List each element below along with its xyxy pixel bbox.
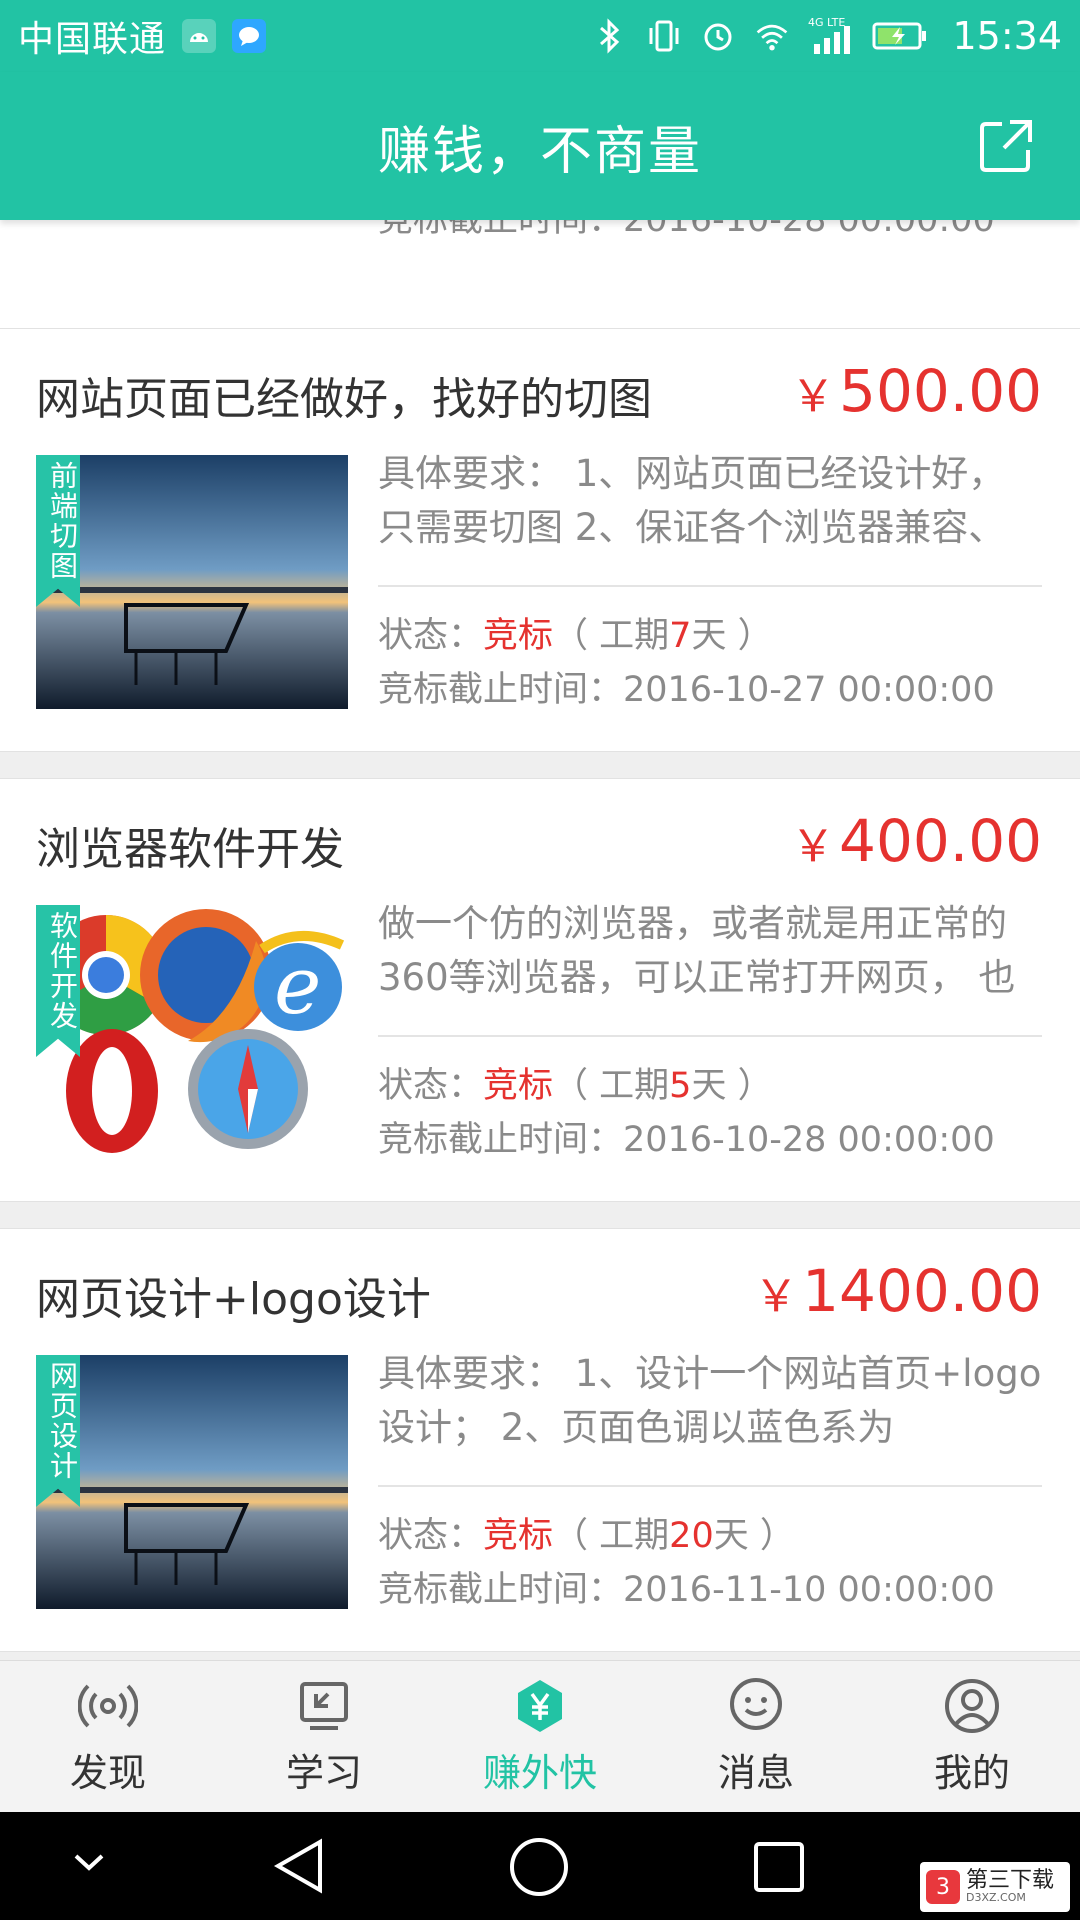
task-image-browser-logos: e 软件开发 bbox=[36, 905, 348, 1159]
vibrate-icon bbox=[646, 18, 682, 54]
tab-label: 我的 bbox=[933, 1751, 1010, 1795]
tab-me[interactable]: 我的 bbox=[864, 1661, 1080, 1812]
period-days: 5 bbox=[669, 1066, 692, 1106]
tab-messages[interactable]: 消息 bbox=[648, 1661, 864, 1812]
tab-label: 消息 bbox=[717, 1751, 794, 1795]
period-suffix: 天 ） bbox=[691, 1066, 773, 1106]
message-notification-icon bbox=[232, 19, 267, 53]
yuan-hexagon-icon bbox=[518, 1680, 562, 1732]
alarm-icon bbox=[700, 18, 736, 54]
task-title: 浏览器软件开发 bbox=[36, 824, 344, 875]
status-label: 状态： bbox=[378, 1066, 484, 1106]
task-description: 具体要求： 1、设计一个网站首页+logo设计； 2、页面色调以蓝色系为 bbox=[378, 1352, 1042, 1449]
status-value: 竞标 bbox=[483, 1066, 554, 1106]
task-card[interactable]: 浏览器软件开发 ￥400.00 e 软件开发 做一个仿的浏览器，或者就是用正常的… bbox=[0, 778, 1080, 1202]
task-card[interactable]: 网站页面已经做好，找好的切图 ￥500.00 前端切图 具体要求： 1、网站页面… bbox=[0, 328, 1080, 752]
watermark-logo-icon: 3 bbox=[926, 1870, 960, 1904]
currency-symbol: ￥ bbox=[791, 371, 836, 422]
currency-symbol: ￥ bbox=[791, 821, 836, 872]
status-value: 竞标 bbox=[483, 1516, 554, 1556]
home-circle-icon[interactable] bbox=[508, 1836, 570, 1898]
recents-square-icon[interactable] bbox=[752, 1840, 806, 1894]
task-deadline: 竞标截止时间：2016-10-27 00:00:00 bbox=[378, 670, 995, 710]
back-triangle-icon[interactable] bbox=[270, 1836, 326, 1896]
watermark: 3 第三下载 D3XZ.COM bbox=[920, 1862, 1070, 1912]
status-bar: 中国联通 4G LTE 15:34 bbox=[0, 0, 1080, 72]
tab-label: 赚外快 bbox=[482, 1751, 597, 1795]
divider bbox=[378, 1485, 1042, 1487]
period-suffix: 天 ） bbox=[713, 1516, 795, 1556]
period-days: 7 bbox=[669, 616, 692, 656]
task-price: ￥1400.00 bbox=[754, 1257, 1042, 1325]
task-status: 状态：竞标（ 工期7天 ） bbox=[378, 607, 773, 658]
period-prefix: （ 工期 bbox=[553, 616, 670, 656]
category-tag: 前端切图 bbox=[36, 455, 80, 607]
user-icon bbox=[945, 1679, 999, 1733]
tab-learn[interactable]: 学习 bbox=[216, 1661, 432, 1812]
status-label: 状态： bbox=[378, 1516, 484, 1556]
category-tag: 网页设计 bbox=[36, 1355, 80, 1507]
task-price: ￥400.00 bbox=[791, 807, 1042, 875]
network-type-label: 4G LTE bbox=[808, 16, 845, 29]
task-card[interactable]: 网页设计+logo设计 ￥1400.00 网页设计 具体要求： 1、设计一个网站… bbox=[0, 1228, 1080, 1652]
learn-screen-icon bbox=[300, 1682, 348, 1730]
hide-keyboard-chevron-icon[interactable] bbox=[72, 1850, 106, 1874]
task-image-lake-sunset: 前端切图 bbox=[36, 455, 348, 709]
clock: 15:34 bbox=[952, 14, 1062, 58]
tab-earn[interactable]: 赚外快 bbox=[432, 1661, 648, 1812]
radar-icon bbox=[78, 1684, 138, 1728]
share-icon[interactable] bbox=[976, 116, 1036, 176]
status-label: 状态： bbox=[378, 616, 484, 656]
wifi-icon bbox=[754, 18, 790, 54]
currency-symbol: ￥ bbox=[754, 1271, 799, 1322]
task-image-lake-sunset: 网页设计 bbox=[36, 1355, 348, 1609]
page-title: 赚钱，不商量 bbox=[377, 121, 702, 182]
status-value: 竞标 bbox=[483, 616, 554, 656]
bluetooth-icon bbox=[592, 18, 628, 54]
carrier-name: 中国联通 bbox=[18, 19, 167, 60]
app-header: 赚钱，不商量 bbox=[0, 72, 1080, 220]
price-value: 500.00 bbox=[839, 357, 1042, 425]
period-suffix: 天 ） bbox=[691, 616, 773, 656]
category-tag: 软件开发 bbox=[36, 905, 80, 1057]
period-days: 20 bbox=[669, 1516, 714, 1556]
task-deadline: 竞标截止时间：2016-11-10 00:00:00 bbox=[378, 1570, 995, 1610]
task-status: 状态：竞标（ 工期20天 ） bbox=[378, 1507, 795, 1558]
task-title: 网站页面已经做好，找好的切图 bbox=[36, 374, 652, 425]
task-price: ￥500.00 bbox=[791, 357, 1042, 425]
signal-icon: 4G LTE bbox=[808, 16, 854, 54]
price-value: 1400.00 bbox=[802, 1257, 1042, 1325]
svg-text:e: e bbox=[274, 939, 321, 1032]
bottom-tab-bar: 发现 学习 赚外快 消息 我的 bbox=[0, 1660, 1080, 1812]
system-navigation-bar bbox=[0, 1812, 1080, 1920]
task-deadline: 竞标截止时间：2016-10-28 00:00:00 bbox=[378, 220, 995, 240]
task-description: 具体要求： 1、网站页面已经设计好，只需要切图 2、保证各个浏览器兼容、 bbox=[378, 452, 1006, 549]
tab-discover[interactable]: 发现 bbox=[0, 1661, 216, 1812]
task-title: 网页设计+logo设计 bbox=[36, 1274, 431, 1325]
task-deadline: 竞标截止时间：2016-10-28 00:00:00 bbox=[378, 1120, 995, 1160]
smiley-chat-icon bbox=[730, 1678, 782, 1730]
task-description: 做一个仿的浏览器，或者就是用正常的360等浏览器，可以正常打开网页， 也 bbox=[378, 902, 1016, 999]
period-prefix: （ 工期 bbox=[553, 1066, 670, 1106]
watermark-text: 第三下载 bbox=[966, 1868, 1055, 1893]
android-notification-icon bbox=[182, 19, 217, 53]
battery-charging-icon bbox=[872, 18, 928, 54]
period-prefix: （ 工期 bbox=[553, 1516, 670, 1556]
divider bbox=[378, 1035, 1042, 1037]
divider bbox=[378, 585, 1042, 587]
task-status: 状态：竞标（ 工期5天 ） bbox=[378, 1057, 773, 1108]
tab-label: 学习 bbox=[285, 1751, 362, 1795]
task-list[interactable]: 竞标截止时间：2016-10-28 00:00:00 网站页面已经做好，找好的切… bbox=[0, 220, 1080, 1660]
watermark-subtext: D3XZ.COM bbox=[966, 1891, 1026, 1904]
price-value: 400.00 bbox=[839, 807, 1042, 875]
tab-label: 发现 bbox=[69, 1751, 146, 1795]
